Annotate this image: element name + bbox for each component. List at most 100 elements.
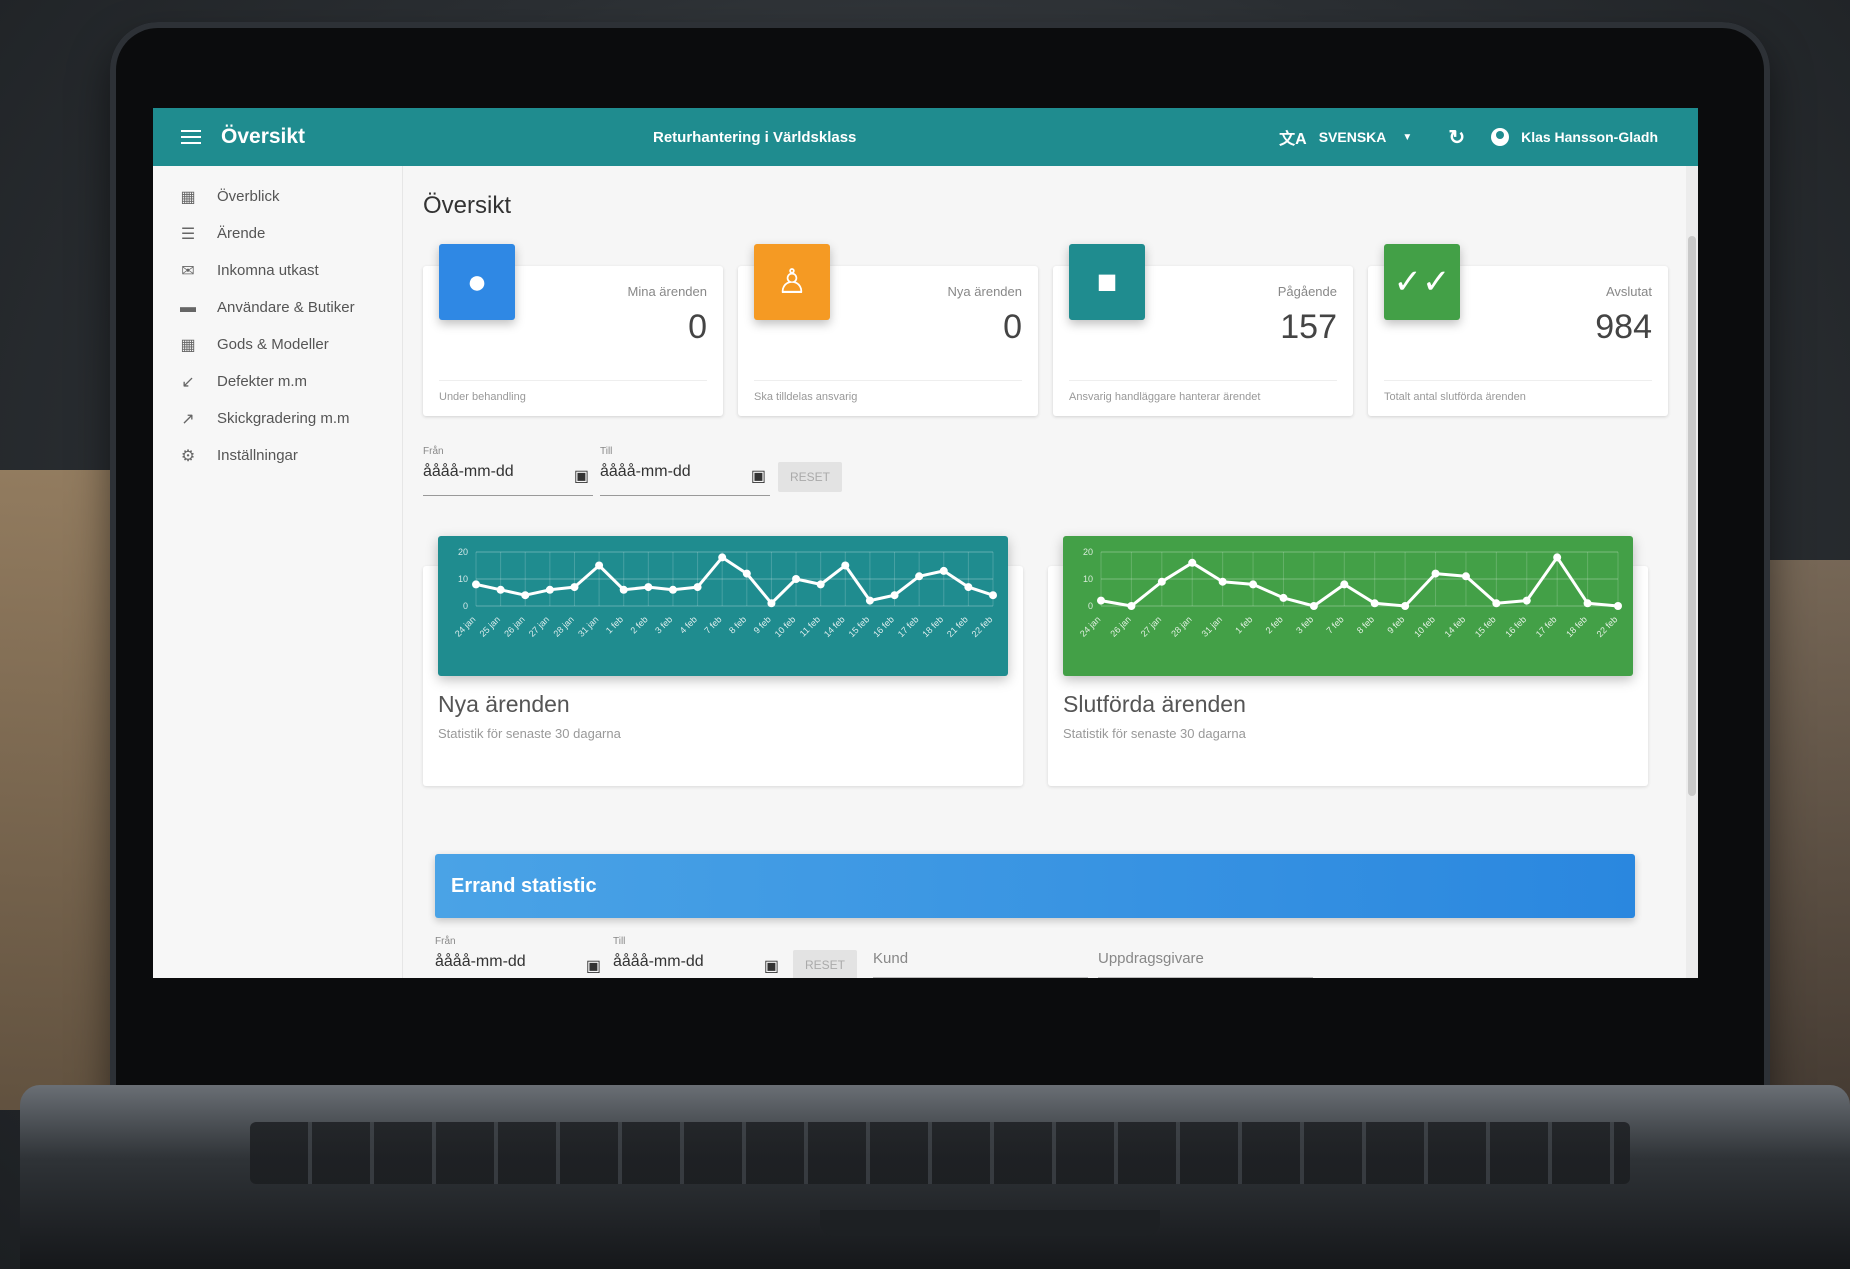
errand-to-date-field[interactable]: Till åååå-mm-dd ▣	[613, 936, 783, 978]
x-tick-label: 26 jan	[1108, 614, 1132, 638]
client-field[interactable]: Uppdragsgivare	[1098, 938, 1313, 978]
to-date-value: åååå-mm-dd	[613, 953, 704, 970]
data-point	[1249, 580, 1258, 589]
sidebar-item-installningar[interactable]: ⚙ Inställningar	[153, 437, 402, 474]
x-tick-label: 18 feb	[920, 614, 945, 639]
data-point	[742, 569, 751, 578]
errand-statistic-banner: Errand statistic	[435, 854, 1635, 918]
accessibility-icon: ♙	[754, 244, 830, 320]
x-tick-label: 9 feb	[752, 614, 773, 635]
x-tick-label: 27 jan	[527, 614, 551, 638]
x-tick-label: 14 feb	[1443, 614, 1468, 639]
x-tick-label: 11 feb	[798, 614, 822, 638]
x-tick-label: 18 feb	[1564, 614, 1589, 639]
hamburger-menu-icon[interactable]	[181, 129, 201, 145]
data-point	[1340, 580, 1349, 589]
data-point	[644, 583, 653, 592]
screen: Översikt Returhantering i Världsklass 文A…	[153, 108, 1698, 978]
page-title: Översikt	[423, 192, 512, 219]
laptop-keyboard	[250, 1122, 1630, 1184]
chart-title: Slutförda ärenden	[1063, 691, 1246, 717]
data-point	[767, 599, 776, 608]
data-point	[668, 585, 677, 594]
refresh-icon[interactable]: ↻	[1448, 125, 1465, 150]
to-date-label: Till	[600, 446, 613, 457]
stat-card-mina-arenden[interactable]: ● Mina ärenden 0 Under behandling	[423, 244, 723, 416]
x-tick-label: 17 feb	[896, 614, 921, 639]
data-point	[1309, 602, 1318, 610]
x-tick-label: 26 jan	[502, 614, 526, 638]
data-point	[1461, 572, 1470, 581]
done-all-icon: ✓✓	[1384, 244, 1460, 320]
x-tick-label: 16 feb	[1503, 614, 1528, 639]
sidebar-item-inkomna-utkast[interactable]: ✉ Inkomna utkast	[153, 252, 402, 289]
to-date-field[interactable]: Till åååå-mm-dd ▣	[600, 446, 770, 496]
y-tick-label: 0	[1088, 601, 1093, 611]
background-box-right	[1760, 560, 1850, 1120]
data-point	[989, 591, 997, 600]
reset-button[interactable]: RESET	[778, 462, 842, 492]
scrollbar[interactable]	[1686, 166, 1698, 978]
sidebar-item-label: Skickgradering m.m	[217, 410, 350, 427]
to-date-label: Till	[613, 936, 626, 947]
stat-card-avslutat[interactable]: ✓✓ Avslutat 984 Totalt antal slutförda ä…	[1368, 244, 1668, 416]
x-tick-label: 2 feb	[629, 614, 650, 635]
stat-footer: Ansvarig handläggare hanterar ärendet	[1069, 380, 1337, 403]
errand-reset-button[interactable]: RESET	[793, 950, 857, 978]
from-date-label: Från	[423, 446, 444, 457]
data-point	[1097, 596, 1105, 605]
x-tick-label: 27 jan	[1139, 614, 1163, 638]
data-point	[1279, 593, 1288, 602]
chart-subtitle: Statistik för senaste 30 dagarna	[1063, 726, 1246, 741]
chart-title: Nya ärenden	[438, 691, 570, 717]
data-point	[496, 585, 505, 594]
sidebar-item-overblick[interactable]: ▦ Överblick	[153, 178, 402, 215]
from-date-field[interactable]: Från åååå-mm-dd ▣	[423, 446, 593, 496]
sidebar-item-anvandare[interactable]: ▬ Användare & Butiker	[153, 289, 402, 326]
y-tick-label: 0	[463, 601, 468, 611]
scrollbar-thumb[interactable]	[1688, 236, 1696, 796]
chevron-down-icon[interactable]: ▼	[1402, 132, 1412, 143]
user-name[interactable]: Klas Hansson-Gladh	[1521, 129, 1658, 145]
calendar-icon[interactable]: ▣	[586, 956, 601, 976]
grid-icon: ▦	[180, 336, 196, 354]
sidebar-item-skickgradering[interactable]: ↗ Skickgradering m.m	[153, 400, 402, 437]
data-point	[915, 572, 924, 581]
data-point	[619, 585, 628, 594]
customer-field[interactable]: Kund	[873, 938, 1088, 978]
calendar-icon[interactable]: ▣	[751, 466, 766, 486]
calendar-icon[interactable]: ▣	[764, 956, 779, 976]
stat-label: Nya ärenden	[947, 284, 1022, 299]
data-point	[890, 591, 899, 600]
line-chart-slutforda-arenden: 0 10 20 24 jan 26 jan 27 jan 28 jan 31 jan 1 feb…	[1063, 536, 1633, 676]
app-title: Översikt	[221, 125, 306, 148]
sidebar-item-gods[interactable]: ▦ Gods & Modeller	[153, 326, 402, 363]
app-subtitle: Returhantering i Världsklass	[653, 128, 857, 146]
sidebar-item-label: Användare & Butiker	[217, 299, 355, 316]
x-tick-label: 3 feb	[1294, 614, 1315, 635]
data-point	[545, 585, 554, 594]
x-tick-label: 25 jan	[478, 614, 502, 638]
stat-card-pagaende[interactable]: ■ Pågående 157 Ansvarig handläggare hant…	[1053, 244, 1353, 416]
main-content: Översikt ● Mina ärenden 0 Under behandli…	[403, 166, 1698, 978]
x-tick-label: 16 feb	[871, 614, 896, 639]
x-tick-label: 15 feb	[1473, 614, 1498, 639]
data-point	[472, 580, 480, 589]
language-selector[interactable]: SVENSKA	[1319, 129, 1387, 145]
laptop-notch	[820, 1210, 1160, 1236]
stat-card-nya-arenden[interactable]: ♙ Nya ärenden 0 Ska tilldelas ansvarig	[738, 244, 1038, 416]
data-point	[792, 575, 801, 583]
y-tick-label: 20	[1083, 547, 1093, 557]
stat-label: Pågående	[1277, 284, 1337, 299]
gear-icon: ⚙	[180, 447, 196, 465]
account-icon[interactable]	[1491, 128, 1510, 146]
sidebar-item-arende[interactable]: ☰ Ärende	[153, 215, 402, 252]
x-tick-label: 28 jan	[551, 614, 575, 638]
errand-from-date-field[interactable]: Från åååå-mm-dd ▣	[435, 936, 605, 978]
x-tick-label: 3 feb	[653, 614, 674, 635]
stat-label: Mina ärenden	[627, 284, 708, 299]
x-tick-label: 17 feb	[1534, 614, 1559, 639]
x-tick-label: 1 feb	[1233, 614, 1254, 635]
calendar-icon[interactable]: ▣	[574, 466, 589, 486]
sidebar-item-defekter[interactable]: ↙ Defekter m.m	[153, 363, 402, 400]
